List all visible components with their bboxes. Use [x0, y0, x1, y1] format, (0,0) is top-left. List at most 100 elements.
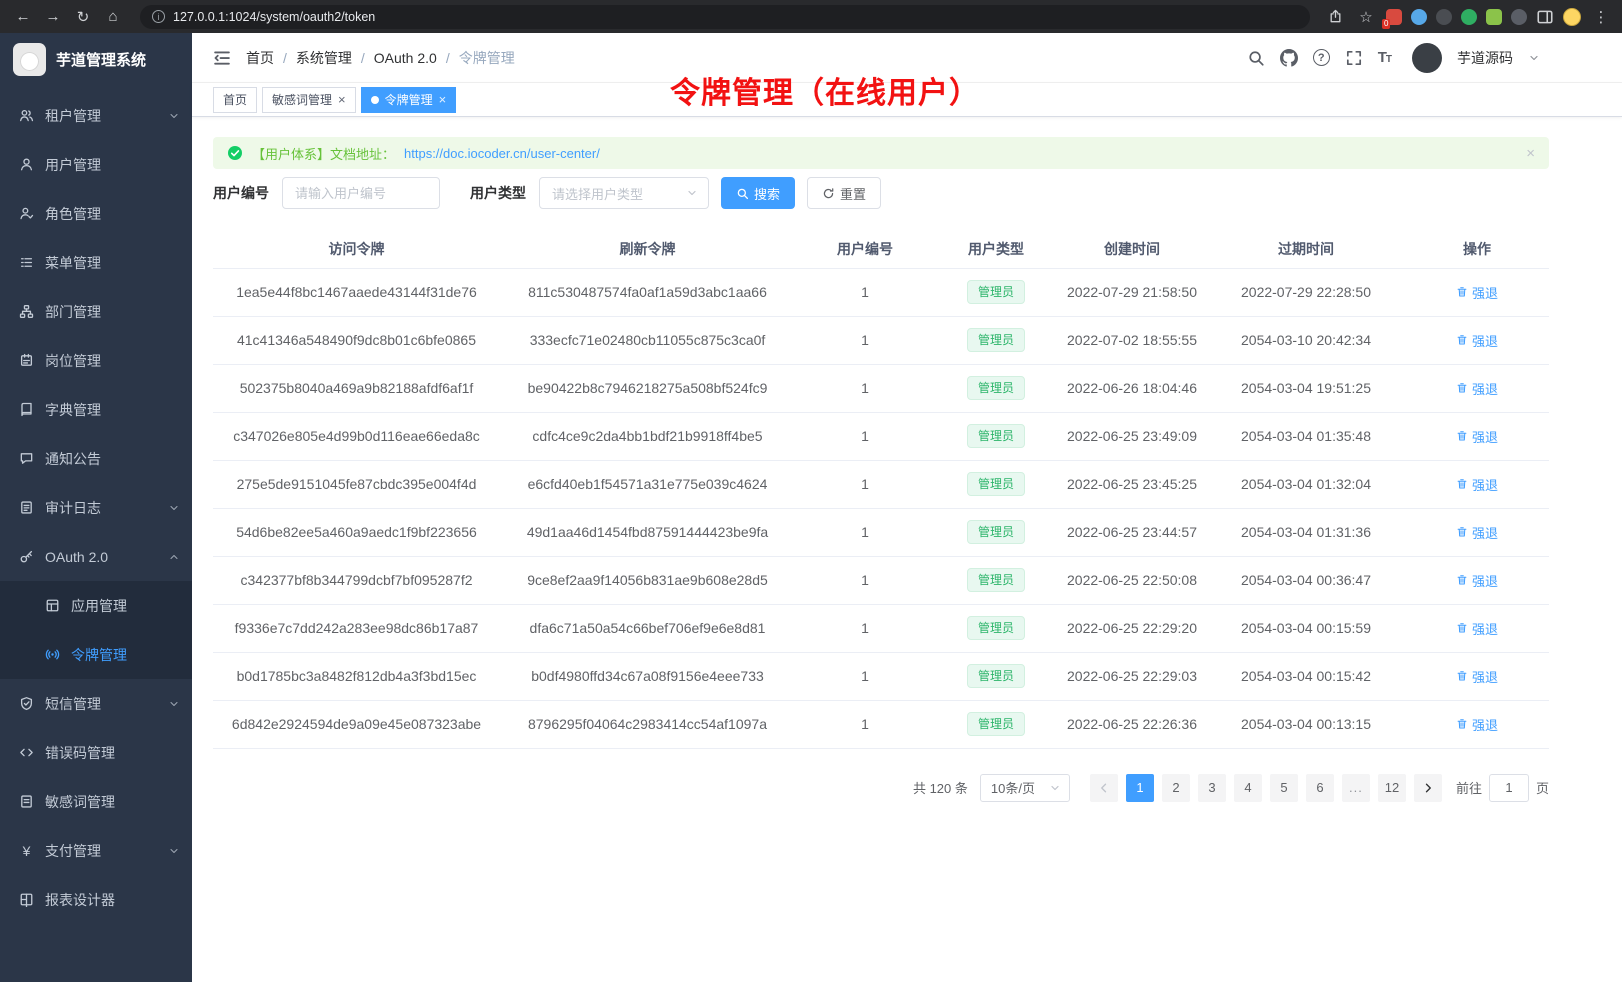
extension-green-icon[interactable]	[1461, 9, 1477, 25]
sidebar-item-sensitive[interactable]: 敏感词管理	[0, 777, 192, 826]
force-logout-button[interactable]: 强退	[1456, 667, 1498, 686]
pagination: 共 120 条 10条/页 123456...12 前往 页	[213, 774, 1549, 802]
reload-icon[interactable]: ↻	[70, 5, 96, 29]
sidebar-item-post[interactable]: 岗位管理	[0, 336, 192, 385]
fullscreen-icon[interactable]	[1345, 49, 1363, 67]
forward-icon[interactable]: →	[40, 5, 66, 29]
cell-access-token: b0d1785bc3a8482f812db4a3f3bd15ec	[213, 652, 500, 700]
user-name[interactable]: 芋道源码	[1457, 48, 1513, 68]
user-id-input[interactable]	[282, 177, 440, 209]
force-logout-button[interactable]: 强退	[1456, 379, 1498, 398]
pagination-page[interactable]: 5	[1270, 774, 1298, 802]
sidebar-item-tenant[interactable]: 租户管理	[0, 91, 192, 140]
pagination-next-icon[interactable]	[1414, 774, 1442, 802]
app-logo-row[interactable]: 芋道管理系统	[0, 33, 192, 85]
force-logout-button[interactable]: 强退	[1456, 331, 1498, 350]
sidebar-item-user[interactable]: 用户管理	[0, 140, 192, 189]
cell-access-token: 41c41346a548490f9dc8b01c6bfe0865	[213, 316, 500, 364]
page-size-select[interactable]: 10条/页	[980, 774, 1070, 802]
sidebar-item-menu[interactable]: 菜单管理	[0, 238, 192, 287]
pagination-more[interactable]: ...	[1342, 774, 1370, 802]
notice-icon	[19, 451, 34, 466]
search-icon[interactable]	[1247, 49, 1265, 67]
pagination-page[interactable]: 1	[1126, 774, 1154, 802]
pagination-page[interactable]: 2	[1162, 774, 1190, 802]
share-icon[interactable]	[1324, 5, 1346, 29]
user-type-select[interactable]: 请选择用户类型	[539, 177, 709, 209]
sidebar-item-dict[interactable]: 字典管理	[0, 385, 192, 434]
close-icon[interactable]: ×	[439, 93, 447, 106]
force-logout-button[interactable]: 强退	[1456, 523, 1498, 542]
filter-form: 用户编号 用户类型 请选择用户类型 搜索 重置	[213, 177, 1549, 209]
extension-adblock-icon[interactable]: 0	[1386, 9, 1402, 25]
browser-menu-icon[interactable]: ⋮	[1590, 5, 1612, 29]
home-icon[interactable]: ⌂	[100, 5, 126, 29]
bookmark-star-icon[interactable]: ☆	[1355, 5, 1377, 29]
sidebar-item-errorcode[interactable]: 错误码管理	[0, 728, 192, 777]
cell-refresh-token: b0df4980ffd34c67a08f9156e4eee733	[500, 652, 795, 700]
sidebar-item-label: 岗位管理	[45, 351, 101, 371]
pagination-prev-icon[interactable]	[1090, 774, 1118, 802]
force-logout-label: 强退	[1472, 379, 1498, 398]
pagination-page[interactable]: 4	[1234, 774, 1262, 802]
cell-create-time: 2022-06-25 22:29:03	[1057, 652, 1207, 700]
cell-create-time: 2022-06-25 23:45:25	[1057, 460, 1207, 508]
sidebar-fold-icon[interactable]	[212, 48, 232, 68]
cell-expire-time: 2022-07-29 22:28:50	[1207, 268, 1405, 316]
sidebar-item-pay[interactable]: ¥支付管理	[0, 826, 192, 875]
sidebar-item-oauth[interactable]: OAuth 2.0	[0, 532, 192, 581]
chevron-up-icon	[168, 551, 180, 563]
alert-close-icon[interactable]: ×	[1526, 145, 1535, 162]
tab-item[interactable]: 令牌管理×	[361, 87, 457, 113]
site-info-icon[interactable]: i	[152, 10, 165, 23]
sensitive-icon	[19, 794, 34, 809]
sidebar-item-dept[interactable]: 部门管理	[0, 287, 192, 336]
chevron-down-icon[interactable]	[1528, 52, 1540, 64]
search-button[interactable]: 搜索	[721, 177, 795, 209]
pagination-page[interactable]: 3	[1198, 774, 1226, 802]
sidebar-item-app[interactable]: 应用管理	[0, 581, 192, 630]
breadcrumb-item[interactable]: 系统管理	[296, 48, 352, 68]
address-bar[interactable]: i 127.0.0.1:1024/system/oauth2/token	[140, 5, 1310, 29]
sidebar-item-notice[interactable]: 通知公告	[0, 434, 192, 483]
extension-paw-icon[interactable]	[1511, 9, 1527, 25]
force-logout-button[interactable]: 强退	[1456, 475, 1498, 494]
breadcrumb-item[interactable]: 首页	[246, 48, 274, 68]
github-icon[interactable]	[1280, 49, 1298, 67]
help-icon[interactable]: ?	[1313, 49, 1330, 66]
alert-doc-link[interactable]: https://doc.iocoder.cn/user-center/	[404, 146, 600, 161]
tab-item[interactable]: 首页	[213, 87, 257, 113]
force-logout-button[interactable]: 强退	[1456, 715, 1498, 734]
close-icon[interactable]: ×	[338, 93, 346, 106]
tab-item[interactable]: 敏感词管理×	[262, 87, 356, 113]
cell-user-type: 管理员	[935, 556, 1057, 604]
cell-expire-time: 2054-03-04 01:31:36	[1207, 508, 1405, 556]
pagination-page[interactable]: 12	[1378, 774, 1406, 802]
cell-user-id: 1	[795, 604, 935, 652]
table-row: 502375b8040a469a9b82188afdf6af1fbe90422b…	[213, 364, 1549, 412]
breadcrumb-item[interactable]: OAuth 2.0	[374, 50, 437, 66]
extension-dark-icon[interactable]	[1436, 9, 1452, 25]
reset-button[interactable]: 重置	[807, 177, 881, 209]
user-avatar[interactable]	[1412, 43, 1442, 73]
force-logout-button[interactable]: 强退	[1456, 571, 1498, 590]
goto-page-input[interactable]	[1489, 774, 1529, 802]
extension-blue-icon[interactable]	[1411, 9, 1427, 25]
sidebar-item-report[interactable]: 报表设计器	[0, 875, 192, 924]
back-icon[interactable]: ←	[10, 5, 36, 29]
force-logout-button[interactable]: 强退	[1456, 427, 1498, 446]
force-logout-button[interactable]: 强退	[1456, 283, 1498, 302]
sidebar-item-token[interactable]: 令牌管理	[0, 630, 192, 679]
breadcrumb-item[interactable]: 令牌管理	[459, 48, 515, 68]
cell-user-type: 管理员	[935, 412, 1057, 460]
extension-puzzle-icon[interactable]	[1486, 9, 1502, 25]
browser-profile-avatar[interactable]	[1563, 8, 1581, 26]
side-panel-icon[interactable]	[1536, 8, 1554, 26]
pagination-page[interactable]: 6	[1306, 774, 1334, 802]
sidebar-item-role[interactable]: 角色管理	[0, 189, 192, 238]
sidebar-item-log[interactable]: 审计日志	[0, 483, 192, 532]
cell-refresh-token: e6cfd40eb1f54571a31e775e039c4624	[500, 460, 795, 508]
sidebar-item-sms[interactable]: 短信管理	[0, 679, 192, 728]
font-size-icon[interactable]: TT	[1378, 49, 1391, 66]
force-logout-button[interactable]: 强退	[1456, 619, 1498, 638]
